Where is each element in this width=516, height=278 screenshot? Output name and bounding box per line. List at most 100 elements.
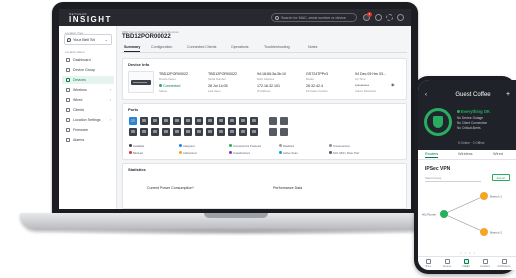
tab-configuration[interactable]: Configuration: [151, 45, 172, 49]
port-11[interactable]: [239, 117, 247, 125]
phone-tab-wired[interactable]: Wired: [493, 152, 503, 156]
pager-dots[interactable]: • • • •: [460, 250, 476, 255]
sidebar-item-clients[interactable]: Clients: [62, 106, 114, 114]
legend-swatch-icon: [129, 151, 132, 154]
statistics-title: Statistics: [128, 167, 146, 172]
gear-icon[interactable]: [386, 14, 393, 21]
page-title: TBD12POR00022: [122, 34, 171, 40]
wired-icon: [66, 98, 70, 102]
legend-swatch-icon: [279, 151, 282, 154]
device-field-value: GS724TPPv3: [306, 72, 328, 76]
node-label-hq: HQ Router: [422, 213, 436, 217]
tab-notes[interactable]: Notes: [308, 45, 317, 49]
phone-tab-routers[interactable]: Routers: [425, 152, 439, 158]
sidebar-item-label: Device Group: [73, 68, 95, 72]
legend-swatch-icon: [229, 151, 232, 154]
port-24[interactable]: [250, 128, 258, 136]
sfp-port[interactable]: [269, 117, 277, 125]
power-consumption-label: Current Power Consumption*: [147, 186, 194, 190]
node-label-branch-1: Branch 1: [490, 195, 502, 199]
vpn-link-1: [443, 195, 485, 215]
nav-insight[interactable]: Insight: [457, 259, 475, 268]
device-field-label: Model: [306, 77, 314, 81]
top-navigation-bar: NETGEAR INSIGHT Search for MAC, serial n…: [59, 9, 411, 26]
port-13[interactable]: [129, 128, 137, 136]
port-2[interactable]: [140, 117, 148, 125]
sidebar-item-dashboard[interactable]: Dashboard: [62, 56, 114, 64]
vpn-section-title: IPSec VPN: [425, 166, 451, 172]
location-pin-icon: [67, 38, 71, 42]
back-arrow-icon[interactable]: ‹: [425, 92, 427, 98]
port-4[interactable]: [162, 117, 170, 125]
port-3[interactable]: [151, 117, 159, 125]
location-selector[interactable]: Your Bell Srl ⌄: [64, 34, 112, 45]
brand-logo[interactable]: INSIGHT: [69, 15, 112, 24]
export-button[interactable]: Export: [492, 174, 510, 181]
sfp-port[interactable]: [280, 128, 288, 136]
tab-summary[interactable]: Summary: [124, 45, 141, 52]
help-icon[interactable]: [375, 14, 382, 21]
ports-card: Ports 1 Available Assigned Connected & Pow…: [122, 103, 407, 160]
user-icon[interactable]: [397, 14, 404, 21]
device-field-label: Firmware Version: [306, 89, 328, 93]
sfp-port[interactable]: [269, 128, 277, 136]
router-node-branch-2[interactable]: [480, 228, 488, 236]
port-20[interactable]: [206, 128, 214, 136]
sidebar-item-firmware[interactable]: Firmware: [62, 126, 114, 134]
port-22[interactable]: [228, 128, 236, 136]
sfp-port[interactable]: [280, 117, 288, 125]
eye-icon[interactable]: ◉: [391, 82, 395, 87]
port-legend-item: Available: [129, 144, 144, 148]
port-5[interactable]: [173, 117, 181, 125]
port-6[interactable]: [184, 117, 192, 125]
device-field-value: TBD12POR00022: [159, 72, 188, 76]
port-9[interactable]: [217, 117, 225, 125]
router-node-hq[interactable]: [440, 210, 448, 218]
port-12[interactable]: [250, 117, 258, 125]
port-legend-item: Disabled: [279, 144, 294, 148]
device-field-value: Connected: [159, 84, 180, 88]
nav-home[interactable]: Home: [419, 259, 437, 268]
sidebar-item-label: Devices: [73, 78, 86, 82]
device-field-label: Serial Number: [208, 77, 226, 81]
port-21[interactable]: [217, 128, 225, 136]
tab-connected-clients[interactable]: Connected Clients: [187, 45, 216, 49]
sidebar-item-wired[interactable]: Wired ›: [62, 96, 114, 104]
sidebar-item-location-settings[interactable]: Location Settings ›: [62, 116, 114, 124]
group-select[interactable]: Select Group: [425, 176, 481, 182]
switch-icon: [131, 80, 151, 85]
global-search-input[interactable]: Search for MAC, serial number or device: [271, 13, 357, 22]
nav-devices[interactable]: Devices: [438, 259, 456, 268]
sidebar-item-wireless[interactable]: Wireless ›: [62, 86, 114, 94]
port-1[interactable]: 1: [129, 117, 137, 125]
device-field-value: **********: [355, 84, 369, 88]
sidebar-item-label: Location Settings: [73, 118, 101, 122]
sidebar-item-device-group[interactable]: Device Group: [62, 66, 114, 74]
port-15[interactable]: [151, 128, 159, 136]
port-16[interactable]: [162, 128, 170, 136]
device-field-label: Device Name: [159, 77, 176, 81]
nav-notifications[interactable]: Notifications: [495, 259, 513, 268]
nav-locations[interactable]: Locations: [476, 259, 494, 268]
tab-troubleshooting[interactable]: Troubleshooting: [264, 45, 290, 49]
port-18[interactable]: [184, 128, 192, 136]
device-info-card: Device Info TBD12POR00022 Device Name TBD1…: [122, 58, 407, 100]
sidebar-item-alarms[interactable]: Alarms: [62, 136, 114, 144]
phone-tab-wireless[interactable]: Wireless: [458, 152, 473, 156]
port-8[interactable]: [206, 117, 214, 125]
port-14[interactable]: [140, 128, 148, 136]
port-17[interactable]: [173, 128, 181, 136]
port-23[interactable]: [239, 128, 247, 136]
sidebar-item-devices[interactable]: Devices: [62, 76, 114, 84]
add-icon[interactable]: +: [506, 91, 510, 98]
marketing-scene: NETGEAR INSIGHT Search for MAC, serial n…: [0, 0, 516, 278]
tab-operations[interactable]: Operations: [231, 45, 249, 49]
port-legend-item: Connected & Powered: [229, 144, 261, 148]
legend-swatch-icon: [229, 144, 232, 147]
legend-swatch-icon: [179, 144, 182, 147]
port-10[interactable]: [228, 117, 236, 125]
port-19[interactable]: [195, 128, 203, 136]
router-node-branch-1[interactable]: [480, 192, 488, 200]
port-7[interactable]: [195, 117, 203, 125]
device-image: [128, 71, 154, 93]
